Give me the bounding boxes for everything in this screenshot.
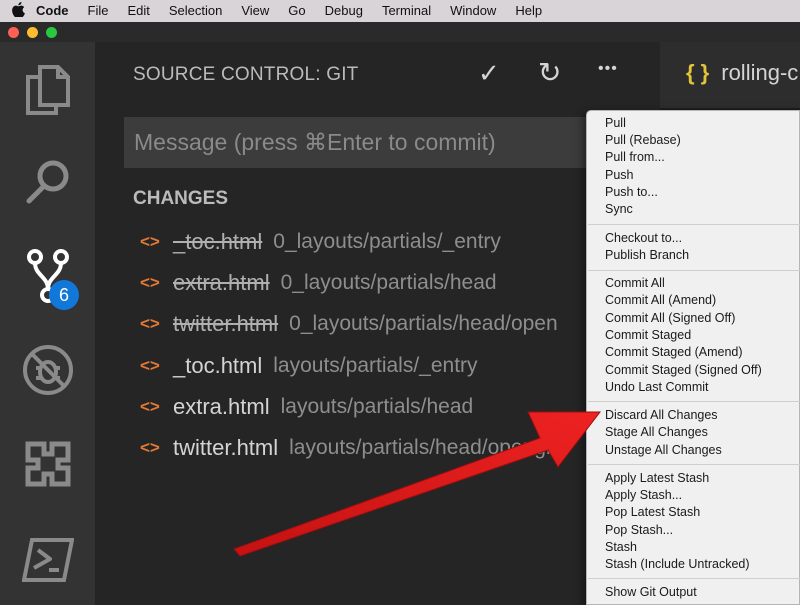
editor-tab[interactable]: { } rolling-c bbox=[686, 60, 798, 86]
powershell-icon[interactable] bbox=[0, 520, 95, 600]
commit-message-input[interactable] bbox=[124, 117, 614, 168]
menu-item-pop-stash[interactable]: Pop Stash... bbox=[605, 522, 673, 539]
tab-label: rolling-c bbox=[721, 60, 799, 85]
changed-file-row[interactable]: <> extra.html layouts/partials/head bbox=[140, 392, 473, 422]
more-actions-icon[interactable]: ••• bbox=[598, 60, 618, 78]
menu-item-pull[interactable]: Pull bbox=[605, 115, 626, 132]
changes-section-header[interactable]: CHANGES bbox=[133, 188, 228, 210]
file-path: layouts/partials/_entry bbox=[273, 354, 478, 377]
menu-item-commit-staged-signed-off[interactable]: Commit Staged (Signed Off) bbox=[605, 362, 762, 379]
menu-separator bbox=[588, 464, 800, 465]
minimize-window-button[interactable] bbox=[27, 27, 38, 38]
changed-file-row[interactable]: <> twitter.html layouts/partials/head/op… bbox=[140, 433, 565, 463]
file-name: extra.html bbox=[173, 270, 270, 295]
screen: Code File Edit Selection View Go Debug T… bbox=[0, 0, 800, 605]
menu-item-undo-last-commit[interactable]: Undo Last Commit bbox=[605, 379, 709, 396]
activity-bar bbox=[0, 42, 95, 605]
menu-item-commit-all[interactable]: Commit All bbox=[605, 275, 665, 292]
file-path: 0_layouts/partials/head bbox=[280, 271, 497, 294]
menu-item-apply-latest-stash[interactable]: Apply Latest Stash bbox=[605, 470, 709, 487]
menu-item-commit-staged[interactable]: Commit Staged bbox=[605, 327, 691, 344]
menu-terminal[interactable]: Terminal bbox=[382, 0, 431, 22]
file-name: extra.html bbox=[173, 394, 270, 419]
changed-file-row[interactable]: <> _toc.html layouts/partials/_entry bbox=[140, 351, 478, 381]
menu-code[interactable]: Code bbox=[36, 0, 69, 22]
menu-item-push[interactable]: Push bbox=[605, 167, 634, 184]
file-path: 0_layouts/partials/head/open bbox=[289, 312, 558, 335]
file-path: layouts/partials/head/opengra bbox=[289, 436, 565, 459]
menu-go[interactable]: Go bbox=[288, 0, 305, 22]
changed-file-row[interactable]: <> extra.html 0_layouts/partials/head bbox=[140, 268, 497, 298]
source-control-icon[interactable] bbox=[0, 236, 95, 316]
refresh-icon[interactable]: ↻ bbox=[538, 56, 561, 89]
file-path: 0_layouts/partials/_entry bbox=[273, 230, 501, 253]
debug-icon[interactable] bbox=[0, 330, 95, 410]
menu-separator bbox=[588, 270, 800, 271]
menu-item-commit-all-amend[interactable]: Commit All (Amend) bbox=[605, 292, 716, 309]
menu-separator bbox=[588, 578, 800, 579]
menu-item-stash-include-untracked[interactable]: Stash (Include Untracked) bbox=[605, 556, 750, 573]
maximize-window-button[interactable] bbox=[46, 27, 57, 38]
menu-item-stash[interactable]: Stash bbox=[605, 539, 637, 556]
search-icon[interactable] bbox=[0, 142, 95, 222]
file-name: _toc.html bbox=[173, 353, 263, 378]
commit-check-icon[interactable]: ✓ bbox=[478, 58, 500, 89]
sidebar-title: SOURCE CONTROL: GIT bbox=[133, 64, 359, 85]
changed-file-row[interactable]: <> _toc.html 0_layouts/partials/_entry bbox=[140, 227, 501, 257]
html-file-icon: <> bbox=[140, 397, 160, 416]
window-titlebar bbox=[0, 22, 800, 42]
menu-item-show-git-output[interactable]: Show Git Output bbox=[605, 584, 697, 601]
menu-item-stage-all-changes[interactable]: Stage All Changes bbox=[605, 424, 708, 441]
explorer-icon[interactable] bbox=[0, 50, 95, 130]
json-file-icon: { } bbox=[686, 60, 710, 85]
html-file-icon: <> bbox=[140, 232, 160, 251]
html-file-icon: <> bbox=[140, 356, 160, 375]
menu-file[interactable]: File bbox=[88, 0, 109, 22]
menu-item-push-to[interactable]: Push to... bbox=[605, 184, 658, 201]
git-more-actions-menu: Pull Pull (Rebase) Pull from... Push Pus… bbox=[586, 110, 800, 605]
html-file-icon: <> bbox=[140, 438, 160, 457]
html-file-icon: <> bbox=[140, 314, 160, 333]
macos-menubar: Code File Edit Selection View Go Debug T… bbox=[0, 0, 800, 22]
menu-debug[interactable]: Debug bbox=[325, 0, 363, 22]
menu-item-pull-rebase[interactable]: Pull (Rebase) bbox=[605, 132, 681, 149]
menu-item-unstage-all-changes[interactable]: Unstage All Changes bbox=[605, 442, 722, 459]
menu-view[interactable]: View bbox=[241, 0, 269, 22]
apple-icon[interactable] bbox=[0, 2, 36, 20]
html-file-icon: <> bbox=[140, 273, 160, 292]
menu-edit[interactable]: Edit bbox=[127, 0, 149, 22]
close-window-button[interactable] bbox=[8, 27, 19, 38]
menu-item-commit-all-signed-off[interactable]: Commit All (Signed Off) bbox=[605, 310, 735, 327]
menu-separator bbox=[588, 224, 800, 225]
changed-file-row[interactable]: <> twitter.html 0_layouts/partials/head/… bbox=[140, 309, 558, 339]
menu-item-apply-stash[interactable]: Apply Stash... bbox=[605, 487, 682, 504]
menu-help[interactable]: Help bbox=[515, 0, 542, 22]
menu-item-publish-branch[interactable]: Publish Branch bbox=[605, 247, 689, 264]
scm-change-count-badge: 6 bbox=[49, 280, 79, 310]
menu-item-pull-from[interactable]: Pull from... bbox=[605, 149, 665, 166]
extensions-icon[interactable] bbox=[0, 424, 95, 504]
menu-item-commit-staged-amend[interactable]: Commit Staged (Amend) bbox=[605, 344, 743, 361]
menu-window[interactable]: Window bbox=[450, 0, 496, 22]
menu-separator bbox=[588, 401, 800, 402]
file-name: twitter.html bbox=[173, 435, 279, 460]
menu-item-sync[interactable]: Sync bbox=[605, 201, 633, 218]
file-path: layouts/partials/head bbox=[280, 395, 474, 418]
file-name: twitter.html bbox=[173, 311, 279, 336]
menu-item-checkout-to[interactable]: Checkout to... bbox=[605, 230, 682, 247]
menu-item-discard-all-changes[interactable]: Discard All Changes bbox=[605, 407, 718, 424]
menu-selection[interactable]: Selection bbox=[169, 0, 222, 22]
menu-item-pop-latest-stash[interactable]: Pop Latest Stash bbox=[605, 504, 700, 521]
file-name: _toc.html bbox=[173, 229, 263, 254]
